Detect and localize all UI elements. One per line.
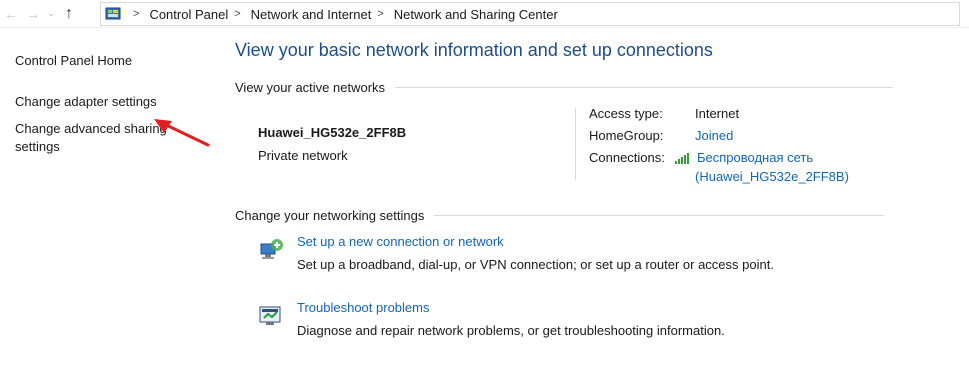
wifi-signal-icon	[675, 152, 691, 164]
section-divider	[434, 215, 885, 216]
address-bar: ← → ⌄ ↑ > Control Panel > Network and In…	[0, 0, 969, 28]
change-settings-heading: Change your networking settings	[235, 208, 425, 223]
change-advanced-sharing-link[interactable]: Change advanced sharing settings	[15, 120, 175, 156]
back-button[interactable]: ←	[0, 3, 22, 25]
breadcrumb-separator: >	[377, 8, 384, 20]
page-title: View your basic network information and …	[235, 40, 713, 60]
breadcrumb-network-sharing-center[interactable]: Network and Sharing Center	[394, 7, 558, 22]
breadcrumb[interactable]: > Control Panel > Network and Internet >…	[100, 2, 960, 26]
breadcrumb-control-panel[interactable]: Control Panel	[149, 7, 228, 22]
setup-connection-link[interactable]: Set up a new connection or network	[297, 234, 504, 249]
up-arrow-icon: ↑	[65, 4, 73, 22]
change-adapter-settings-link[interactable]: Change adapter settings	[15, 93, 157, 111]
access-type-label: Access type:	[589, 106, 663, 121]
homegroup-label: HomeGroup:	[589, 128, 664, 143]
troubleshoot-description: Diagnose and repair network problems, or…	[297, 323, 725, 338]
change-settings-section: Change your networking settings	[235, 208, 885, 223]
network-category: Private network	[258, 148, 348, 163]
access-type-value: Internet	[695, 106, 740, 121]
back-arrow-icon: ←	[4, 5, 18, 22]
setup-connection-description: Set up a broadband, dial-up, or VPN conn…	[297, 257, 774, 272]
section-divider	[395, 87, 894, 88]
vertical-divider	[575, 108, 576, 180]
connection-link[interactable]: Беспроводная сеть	[675, 150, 813, 165]
breadcrumb-separator: >	[133, 8, 140, 20]
control-panel-home-link[interactable]: Control Panel Home	[15, 52, 132, 70]
forward-arrow-icon: →	[26, 5, 40, 22]
breadcrumb-separator: >	[234, 8, 241, 20]
breadcrumb-network-and-internet[interactable]: Network and Internet	[251, 7, 372, 22]
troubleshoot-link[interactable]: Troubleshoot problems	[297, 300, 429, 315]
left-task-pane: Control Panel Home Change adapter settin…	[0, 28, 220, 391]
recent-locations-button[interactable]: ⌄	[44, 3, 58, 25]
network-setup-icon	[257, 236, 285, 264]
troubleshoot-icon	[257, 302, 285, 330]
connection-name[interactable]: Беспроводная сеть	[697, 150, 813, 165]
connections-label: Connections:	[589, 150, 665, 165]
network-name: Huawei_HG532e_2FF8B	[258, 125, 407, 140]
active-networks-section: View your active networks	[235, 80, 894, 95]
connection-ssid[interactable]: (Huawei_HG532e_2FF8B)	[695, 169, 849, 184]
control-panel-icon	[105, 6, 123, 22]
up-button[interactable]: ↑	[58, 3, 80, 25]
active-networks-heading: View your active networks	[235, 80, 386, 95]
chevron-down-icon: ⌄	[47, 8, 55, 18]
forward-button[interactable]: →	[22, 3, 44, 25]
homegroup-link[interactable]: Joined	[695, 128, 733, 143]
